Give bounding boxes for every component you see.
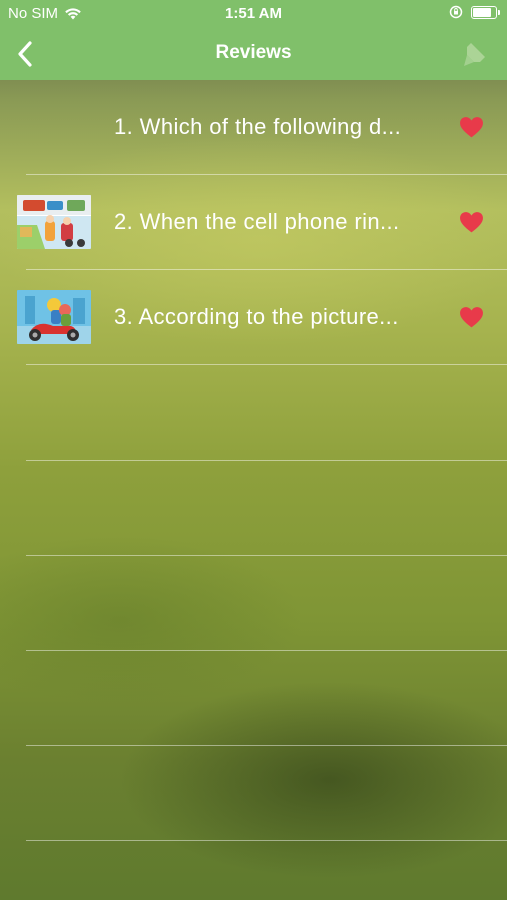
row-divider xyxy=(26,364,507,365)
heart-icon[interactable] xyxy=(459,211,484,233)
row-divider xyxy=(26,650,507,651)
bookmark-button[interactable] xyxy=(461,40,489,68)
review-row-1[interactable]: 1. Which of the following d... xyxy=(0,80,507,175)
row-divider xyxy=(26,460,507,461)
orientation-lock-icon xyxy=(449,5,463,19)
status-bar: No SIM 1:51 AM xyxy=(0,0,507,28)
bookmark-icon xyxy=(464,43,485,66)
review-question-text: 2. When the cell phone rin... xyxy=(114,209,400,234)
page-title: Reviews xyxy=(215,42,292,63)
scooter-riders-thumbnail xyxy=(17,290,91,344)
heart-icon[interactable] xyxy=(459,306,484,328)
status-right xyxy=(449,5,500,19)
navigation-bar: Reviews xyxy=(0,28,507,80)
row-divider xyxy=(26,555,507,556)
row-divider xyxy=(26,745,507,746)
status-time: 1:51 AM xyxy=(225,5,282,22)
review-question-text: 1. Which of the following d... xyxy=(114,114,402,139)
traffic-scene-thumbnail xyxy=(17,195,91,249)
review-row-3[interactable]: 3. According to the picture... xyxy=(0,270,507,365)
review-list: 1. Which of the following d... 2. When t… xyxy=(0,80,507,900)
review-row-2[interactable]: 2. When the cell phone rin... xyxy=(0,175,507,270)
row-divider xyxy=(26,840,507,841)
review-question-text: 3. According to the picture... xyxy=(114,304,399,329)
battery-icon xyxy=(471,5,500,19)
heart-icon[interactable] xyxy=(459,116,484,138)
